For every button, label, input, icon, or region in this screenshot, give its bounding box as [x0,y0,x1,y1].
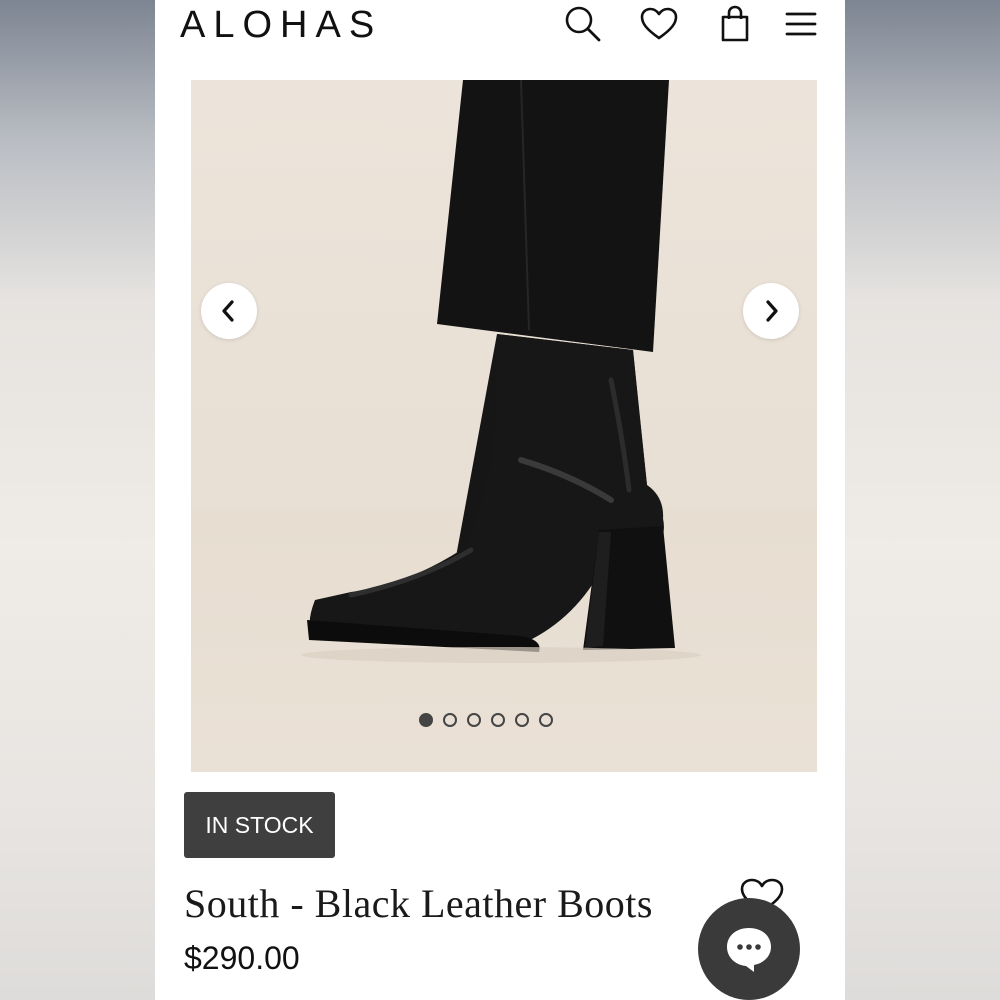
slide-dot[interactable] [419,713,433,727]
chevron-right-icon [766,300,778,322]
product-title: South - Black Leather Boots [184,881,653,926]
prev-image-button[interactable] [201,283,257,339]
chat-bubble-icon [727,928,771,972]
slide-dot[interactable] [467,713,481,727]
mobile-page: ALOHAS IN STOCK South - Black Leather Bo… [155,0,845,1000]
chat-button[interactable] [698,898,800,1000]
slide-dot[interactable] [491,713,505,727]
product-image-gallery[interactable] [191,80,817,772]
stock-badge: IN STOCK [184,792,335,858]
bag-icon[interactable] [715,4,755,44]
black-leather-boot-photo [301,80,701,663]
slide-indicator [419,713,553,727]
brand-logo[interactable]: ALOHAS [180,4,382,47]
heart-icon[interactable] [639,4,679,44]
next-image-button[interactable] [743,283,799,339]
slide-dot[interactable] [443,713,457,727]
chevron-left-icon [222,300,234,322]
slide-dot[interactable] [539,713,553,727]
menu-icon[interactable] [781,4,821,44]
search-icon[interactable] [563,4,603,44]
product-price: $290.00 [184,940,300,976]
slide-dot[interactable] [515,713,529,727]
